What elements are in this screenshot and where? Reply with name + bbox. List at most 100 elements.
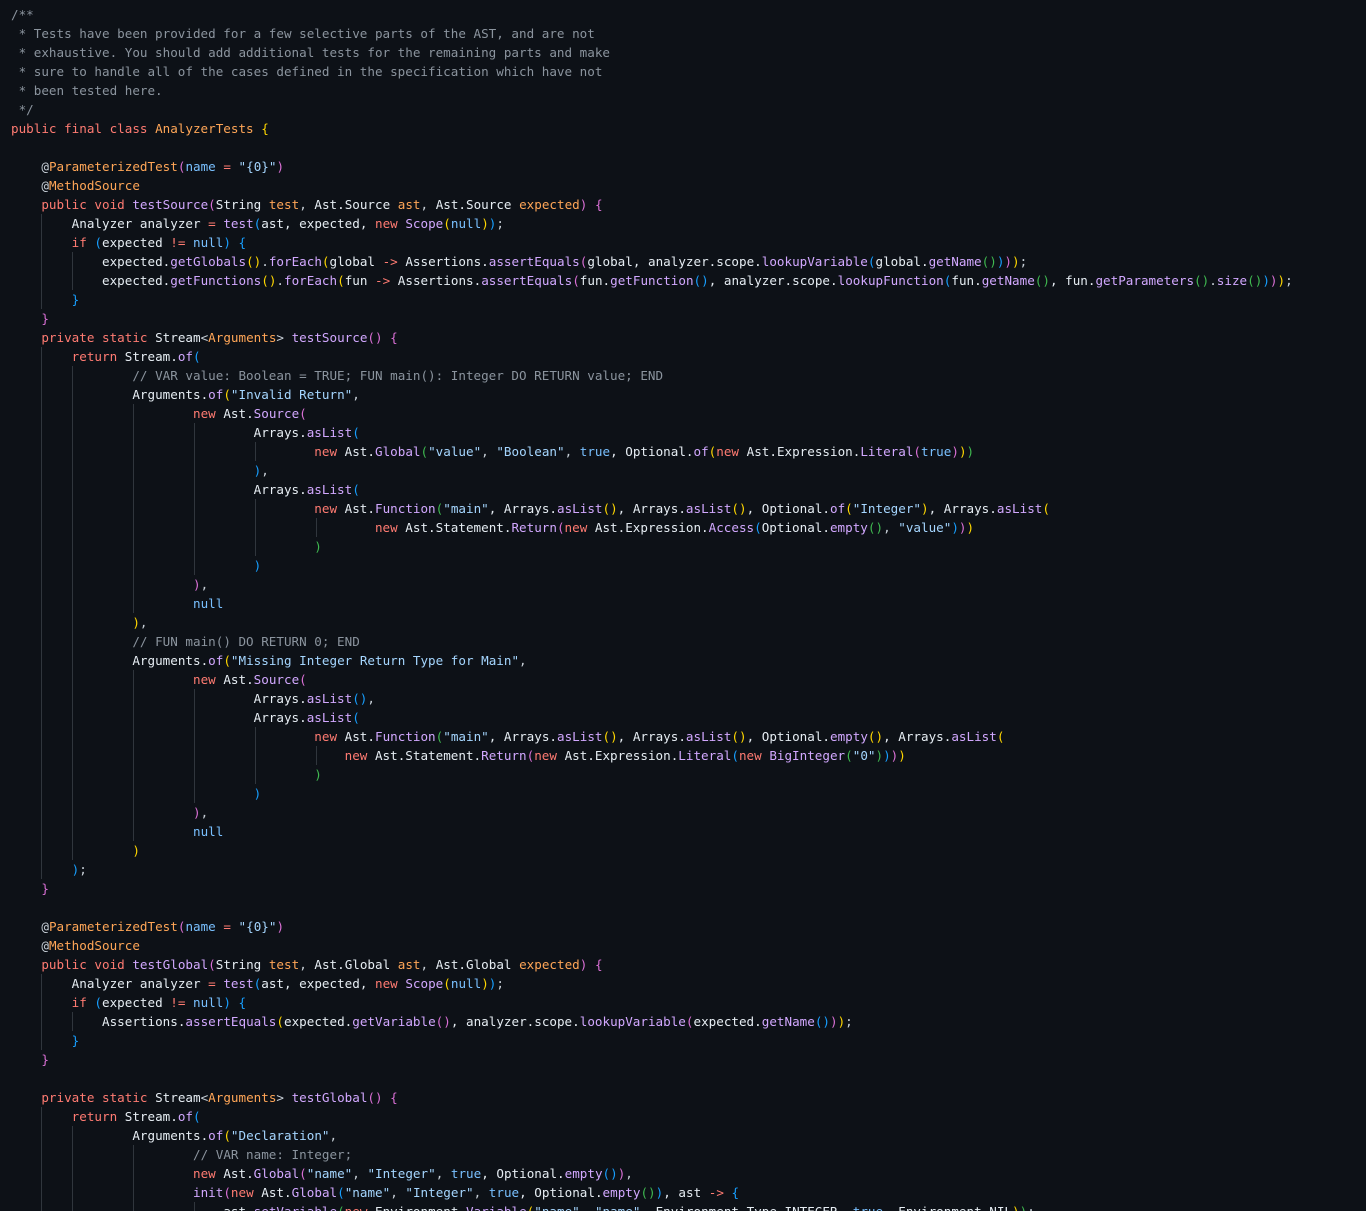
code-line[interactable]: @ParameterizedTest(name = "{0}") xyxy=(11,157,1293,176)
code-token: Arguments. xyxy=(132,1128,209,1143)
indent-guide xyxy=(41,233,43,252)
code-line[interactable]: ) xyxy=(11,556,1293,575)
code-lines[interactable]: /** * Tests have been provided for a few… xyxy=(11,5,1293,1211)
indent-guide xyxy=(41,974,43,993)
code-token: ) xyxy=(1012,254,1020,269)
code-line[interactable]: Arrays.asList(), xyxy=(11,689,1293,708)
code-line[interactable]: ), xyxy=(11,461,1293,480)
code-line[interactable]: Arguments.of("Invalid Return", xyxy=(11,385,1293,404)
code-line[interactable]: return Stream.of( xyxy=(11,1107,1293,1126)
code-token: , Optional. xyxy=(481,1166,565,1181)
code-line[interactable]: Assertions.assertEquals(expected.getVari… xyxy=(11,1012,1293,1031)
code-token: , Arrays. xyxy=(617,501,686,516)
code-line[interactable]: new Ast.Statement.Return(new Ast.Express… xyxy=(11,518,1293,537)
code-line[interactable]: if (expected != null) { xyxy=(11,233,1293,252)
code-line[interactable]: expected.getGlobals().forEach(global -> … xyxy=(11,252,1293,271)
code-token: @ xyxy=(41,919,49,934)
code-token: , Arrays. xyxy=(928,501,997,516)
code-token: , xyxy=(580,1204,595,1211)
code-line[interactable]: * Tests have been provided for a few sel… xyxy=(11,24,1293,43)
code-line[interactable]: Analyzer analyzer = test(ast, expected, … xyxy=(11,214,1293,233)
code-line[interactable]: Arrays.asList( xyxy=(11,708,1293,727)
code-line[interactable]: new Ast.Function("main", Arrays.asList()… xyxy=(11,499,1293,518)
code-line[interactable]: @ParameterizedTest(name = "{0}") xyxy=(11,917,1293,936)
indent-guide xyxy=(71,1145,73,1164)
code-token: () xyxy=(367,330,391,345)
code-line[interactable]: public final class AnalyzerTests { xyxy=(11,119,1293,138)
code-line[interactable]: @MethodSource xyxy=(11,176,1293,195)
indent-guide xyxy=(41,575,43,594)
code-line[interactable] xyxy=(11,1069,1293,1088)
code-line[interactable]: ), xyxy=(11,613,1293,632)
code-line[interactable]: } xyxy=(11,879,1293,898)
code-token: ast xyxy=(397,957,421,972)
code-line[interactable]: if (expected != null) { xyxy=(11,993,1293,1012)
indent-guide xyxy=(71,594,73,613)
code-token: ( xyxy=(337,1185,345,1200)
code-line[interactable]: Arrays.asList( xyxy=(11,480,1293,499)
code-line[interactable]: new Ast.Source( xyxy=(11,404,1293,423)
code-token: global, analyzer.scope. xyxy=(587,254,762,269)
indent-guide xyxy=(41,1031,43,1050)
code-line[interactable]: } xyxy=(11,290,1293,309)
code-line[interactable]: @MethodSource xyxy=(11,936,1293,955)
code-line[interactable]: ); xyxy=(11,860,1293,879)
code-token: MethodSource xyxy=(48,178,140,193)
code-line[interactable]: new Ast.Statement.Return(new Ast.Express… xyxy=(11,746,1293,765)
code-line[interactable]: ), xyxy=(11,575,1293,594)
code-line[interactable]: } xyxy=(11,1031,1293,1050)
code-line[interactable]: ), xyxy=(11,803,1293,822)
code-line[interactable]: init(new Ast.Global("name", "Integer", t… xyxy=(11,1183,1293,1202)
code-line[interactable]: new Ast.Function("main", Arrays.asList()… xyxy=(11,727,1293,746)
indent-guide xyxy=(41,214,43,233)
indent-guide xyxy=(132,1145,134,1164)
code-token: global. xyxy=(875,254,929,269)
code-line[interactable]: new Ast.Global("name", "Integer", true, … xyxy=(11,1164,1293,1183)
code-line[interactable]: Arrays.asList( xyxy=(11,423,1293,442)
code-line[interactable]: * sure to handle all of the cases define… xyxy=(11,62,1293,81)
code-line[interactable] xyxy=(11,898,1293,917)
code-line[interactable]: public void testSource(String test, Ast.… xyxy=(11,195,1293,214)
code-line[interactable]: public void testGlobal(String test, Ast.… xyxy=(11,955,1293,974)
code-line[interactable]: } xyxy=(11,309,1293,328)
code-line[interactable]: Analyzer analyzer = test(ast, expected, … xyxy=(11,974,1293,993)
code-token: ) xyxy=(898,748,906,763)
code-editor[interactable]: /** * Tests have been provided for a few… xyxy=(0,0,1366,1211)
code-line[interactable]: * exhaustive. You should add additional … xyxy=(11,43,1293,62)
code-line[interactable]: null xyxy=(11,594,1293,613)
code-line[interactable]: /** xyxy=(11,5,1293,24)
code-line[interactable]: ) xyxy=(11,765,1293,784)
code-line[interactable]: */ xyxy=(11,100,1293,119)
code-line[interactable]: Arguments.of("Missing Integer Return Typ… xyxy=(11,651,1293,670)
code-token: ) xyxy=(1277,273,1286,288)
code-line[interactable]: ) xyxy=(11,841,1293,860)
code-line[interactable]: return Stream.of( xyxy=(11,347,1293,366)
code-line[interactable]: * been tested here. xyxy=(11,81,1293,100)
code-line[interactable]: expected.getFunctions().forEach(fun -> A… xyxy=(11,271,1293,290)
code-line[interactable]: new Ast.Source( xyxy=(11,670,1293,689)
indent-guide xyxy=(193,727,195,746)
code-line[interactable]: ast.setVariable(new Environment.Variable… xyxy=(11,1202,1293,1211)
code-token: { xyxy=(594,197,603,212)
code-line[interactable]: new Ast.Global("value", "Boolean", true,… xyxy=(11,442,1293,461)
code-line[interactable]: private static Stream<Arguments> testSou… xyxy=(11,328,1293,347)
code-token: ( xyxy=(352,425,360,440)
code-token: new xyxy=(374,520,406,535)
code-line[interactable]: // VAR value: Boolean = TRUE; FUN main()… xyxy=(11,366,1293,385)
code-token: ( xyxy=(208,197,216,212)
indent-guide xyxy=(193,556,195,575)
code-line[interactable]: ) xyxy=(11,784,1293,803)
code-line[interactable]: private static Stream<Arguments> testGlo… xyxy=(11,1088,1293,1107)
code-line[interactable]: } xyxy=(11,1050,1293,1069)
code-line[interactable]: // FUN main() DO RETURN 0; END xyxy=(11,632,1293,651)
code-token: new xyxy=(716,444,747,459)
code-line[interactable] xyxy=(11,138,1293,157)
code-token: String xyxy=(215,957,269,972)
code-line[interactable]: null xyxy=(11,822,1293,841)
code-token: public final class xyxy=(11,121,156,136)
code-line[interactable]: Arguments.of("Declaration", xyxy=(11,1126,1293,1145)
code-line[interactable]: // VAR name: Integer; xyxy=(11,1145,1293,1164)
code-line[interactable]: ) xyxy=(11,537,1293,556)
code-token: () xyxy=(261,273,277,288)
indent-guide xyxy=(41,556,43,575)
